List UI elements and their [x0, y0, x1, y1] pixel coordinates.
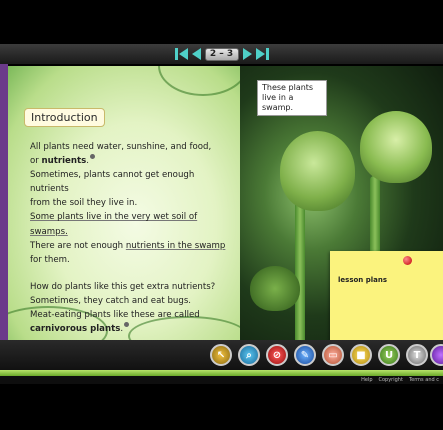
text-tool-icon[interactable]: T [406, 344, 428, 366]
book-frame-edge [0, 64, 8, 344]
bar-icon [174, 48, 178, 60]
page-indicator[interactable]: 2 – 3 [204, 47, 239, 61]
venus-flytrap [280, 131, 355, 211]
bar-icon [265, 48, 269, 60]
underline-tool-icon[interactable]: U [378, 344, 400, 366]
next-page-button[interactable] [242, 48, 252, 60]
copyright-link[interactable]: Copyright [379, 376, 403, 384]
text-line: All plants need water, sunshine, and foo… [30, 142, 212, 152]
double-right-arrow-icon [255, 48, 265, 60]
pointer-tool-icon[interactable]: ↖ [210, 344, 232, 366]
glossary-term[interactable]: carnivorous plants [30, 324, 120, 334]
double-left-arrow-icon [178, 48, 188, 60]
last-page-button[interactable] [255, 48, 269, 60]
right-page-photo: These plants live in a swamp. lesson pla… [240, 66, 443, 351]
text-line: Sometimes, they catch and eat bugs. [30, 295, 192, 306]
bottom-black-band [0, 384, 443, 430]
stop-tool-icon[interactable]: ⊘ [266, 344, 288, 366]
text-line: Meat-eating plants like these are called [30, 310, 200, 321]
help-link[interactable]: Help [361, 376, 372, 384]
text-line: or [30, 156, 42, 167]
text-punct: . [120, 324, 124, 335]
pin-icon[interactable] [403, 256, 412, 265]
text-punct: . [86, 156, 89, 167]
text-line: How do plants like this get extra nutrie… [30, 281, 216, 292]
footer-links: Help Copyright Terms and c [0, 376, 443, 384]
plant-stem [295, 186, 305, 351]
text-line[interactable]: Some plants live in the very wet soil of… [30, 212, 197, 236]
extra-tool-icon[interactable] [430, 344, 443, 366]
body-text: All plants need water, sunshine, and foo… [30, 140, 235, 336]
first-page-button[interactable] [174, 48, 188, 60]
sticky-note[interactable]: lesson plans [330, 251, 443, 351]
text-line: There are not enough [30, 240, 126, 251]
text-line: for them. [30, 254, 70, 265]
search-tool-icon[interactable]: ⌕ [238, 344, 260, 366]
text-line: from the soil they live in. [30, 198, 138, 209]
audio-icon[interactable] [124, 322, 130, 328]
terms-link[interactable]: Terms and c [409, 376, 439, 384]
section-heading: Introduction [24, 108, 105, 127]
bottom-toolbar: ↖ ⌕ ⊘ ✎ ▭ ■ U T [0, 340, 443, 370]
previous-page-button[interactable] [191, 48, 201, 60]
audio-icon[interactable] [89, 154, 95, 160]
venus-flytrap [360, 111, 432, 183]
glossary-term[interactable]: nutrients [42, 156, 87, 166]
photo-caption: These plants live in a swamp. [257, 80, 327, 116]
top-black-band [0, 0, 443, 44]
text-line: Sometimes, plants cannot get enough nutr… [30, 170, 195, 195]
left-page: Introduction All plants need water, suns… [8, 66, 240, 351]
nutrients-link[interactable]: nutrients in the swamp [126, 241, 226, 251]
sticky-note-label: lesson plans [338, 276, 387, 284]
pen-tool-icon[interactable]: ✎ [294, 344, 316, 366]
eraser-tool-icon[interactable]: ▭ [322, 344, 344, 366]
highlighter-tool-icon[interactable]: ■ [350, 344, 372, 366]
vine-decoration [158, 66, 240, 96]
page-navigation-bar: 2 – 3 [0, 44, 443, 64]
venus-flytrap [250, 266, 300, 311]
